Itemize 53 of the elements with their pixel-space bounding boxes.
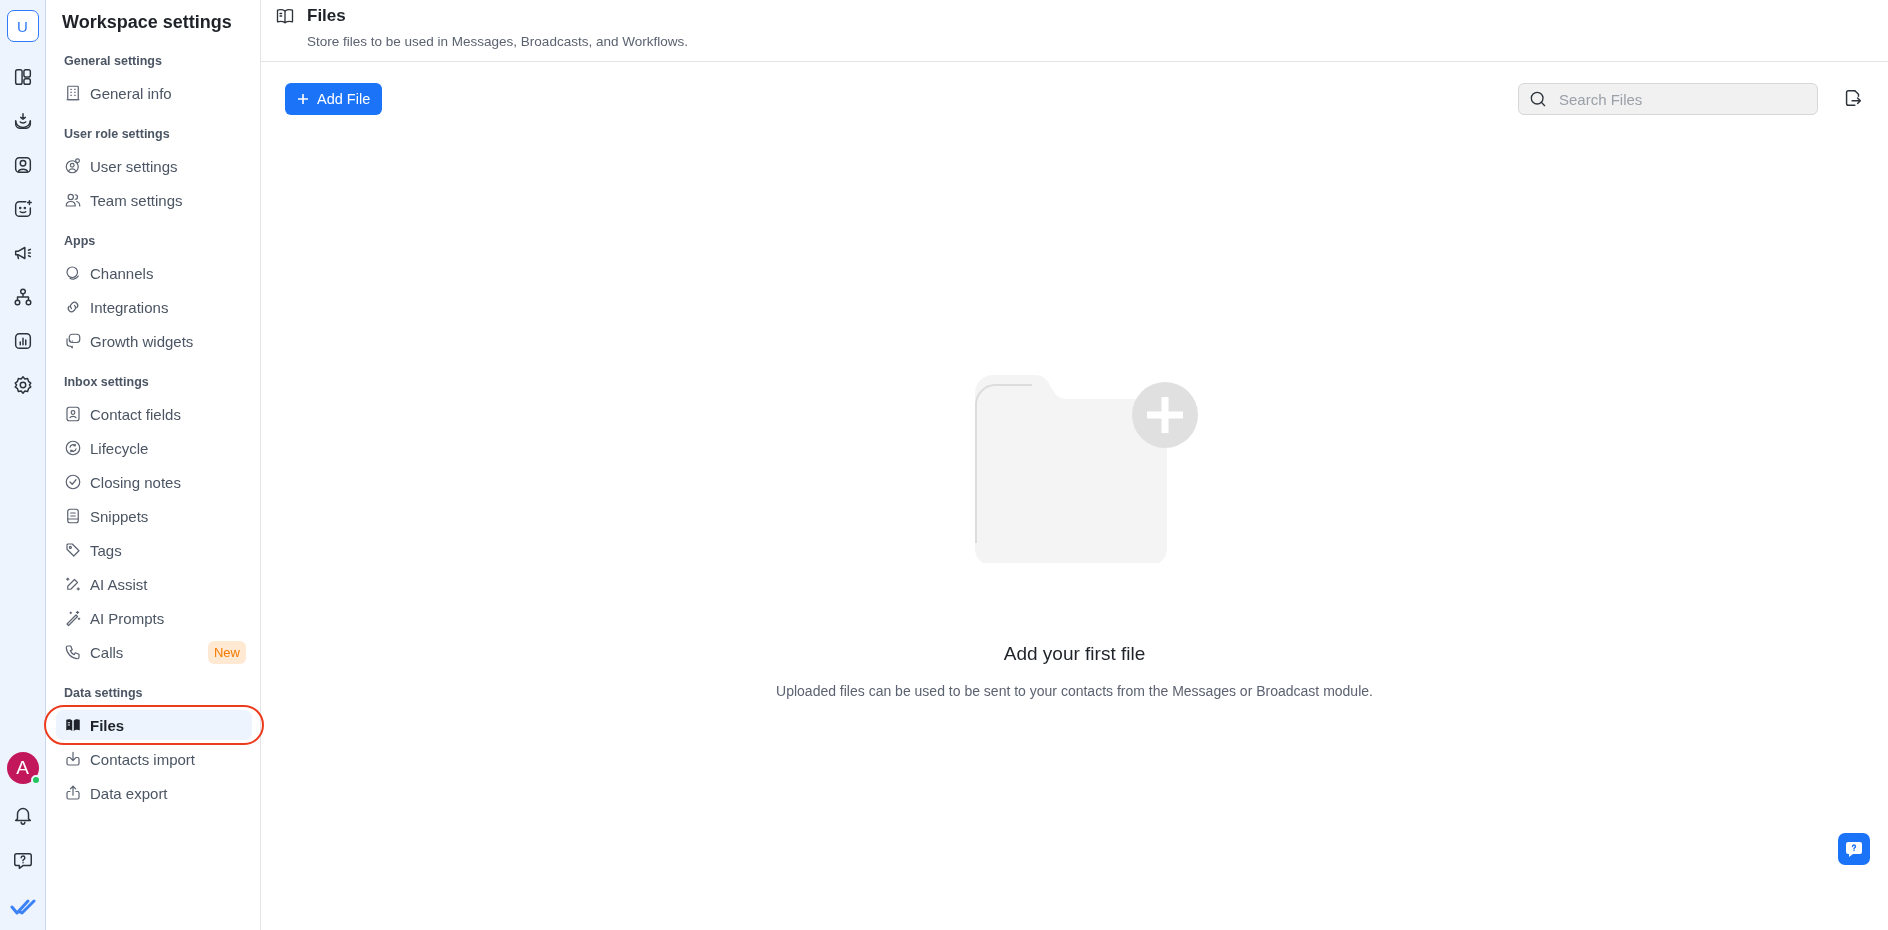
phone-icon xyxy=(64,643,82,661)
check-circle-icon xyxy=(64,473,82,491)
sidebar-item[interactable]: Data export xyxy=(56,778,252,808)
sidebar-item[interactable]: Files xyxy=(56,710,252,740)
section-heading: Apps xyxy=(63,233,97,250)
chat-bubbles-icon xyxy=(64,332,82,350)
page-subtitle: Store files to be used in Messages, Broadcasts, and Workflows. xyxy=(307,34,689,49)
sidebar-item[interactable]: AI Assist xyxy=(56,569,252,599)
sidebar-item[interactable]: AI Prompts xyxy=(56,603,252,633)
download-icon xyxy=(64,750,82,768)
add-file-button[interactable]: Add File xyxy=(285,83,383,115)
upload-icon xyxy=(64,784,82,802)
empty-state-text: Uploaded files can be used to be sent to your contacts from the Messages or Broadcast module. xyxy=(776,683,1373,699)
magic-wand-icon xyxy=(64,609,82,627)
section-heading: User role settings xyxy=(63,126,171,143)
sidebar-item[interactable]: Snippets xyxy=(56,501,252,531)
sidebar-item[interactable]: User settings xyxy=(56,151,252,181)
section-heading: Data settings xyxy=(63,685,144,702)
sidebar-item[interactable]: Channels xyxy=(56,258,252,288)
sidebar-item[interactable]: Closing notes xyxy=(56,467,252,497)
pencil-sparkle-icon xyxy=(64,575,82,593)
sidebar-item[interactable]: Integrations xyxy=(56,292,252,322)
sidebar-item[interactable]: Tags xyxy=(56,535,252,565)
plus-icon xyxy=(297,93,309,105)
user-avatar[interactable]: A xyxy=(6,752,39,784)
chat-bubble-icon xyxy=(64,264,82,282)
sidebar-item[interactable]: General info xyxy=(56,78,252,108)
book-icon xyxy=(275,6,295,26)
contact-card-icon xyxy=(64,405,82,423)
help-chat-button[interactable] xyxy=(1838,833,1870,865)
search-field[interactable]: Search Files xyxy=(1518,83,1818,115)
sidebar-item[interactable]: Team settings xyxy=(56,185,252,215)
sidebar-item[interactable]: Growth widgets xyxy=(56,326,252,356)
building-icon xyxy=(64,84,82,102)
book-icon xyxy=(64,716,82,734)
sidebar-item[interactable]: Contact fields xyxy=(56,399,252,429)
section-heading: General settings xyxy=(63,53,163,70)
question-bubble-icon xyxy=(1844,839,1864,859)
note-icon xyxy=(64,507,82,525)
sidebar-item[interactable]: Contacts import xyxy=(56,744,252,774)
sidebar-item[interactable]: Lifecycle xyxy=(56,433,252,463)
user-gear-icon xyxy=(64,157,82,175)
new-badge: New xyxy=(208,640,246,664)
tag-icon xyxy=(64,541,82,559)
page-title: Files xyxy=(307,6,346,26)
refresh-icon xyxy=(64,439,82,457)
sidebar-title: Workspace settings xyxy=(61,11,233,34)
sidebar-item[interactable]: Calls New xyxy=(56,637,252,667)
users-icon xyxy=(64,191,82,209)
section-heading: Inbox settings xyxy=(63,374,150,391)
empty-state-title: Add your first file xyxy=(1003,643,1146,665)
link-icon xyxy=(64,298,82,316)
workspace-button[interactable]: U xyxy=(6,10,39,42)
